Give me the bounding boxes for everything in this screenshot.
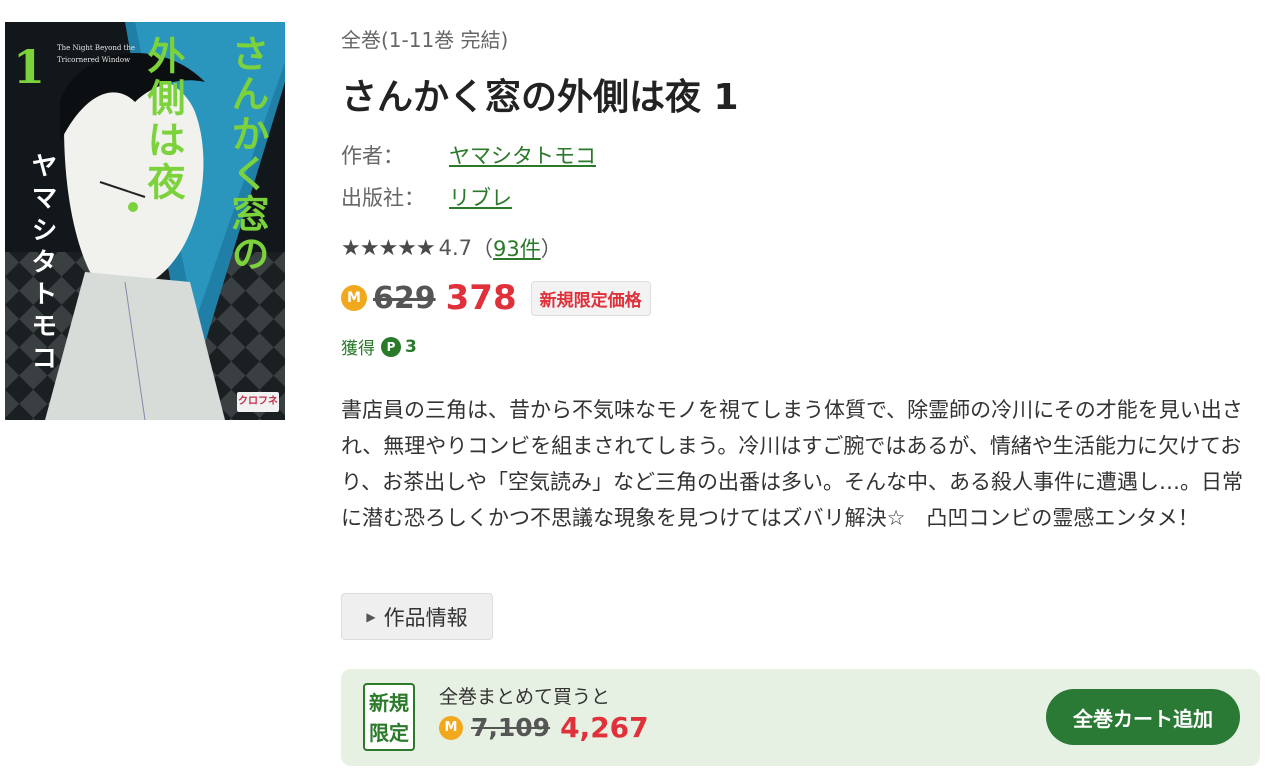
- rating-row: ★★★★★ 4.7 （ 93件 ）: [341, 233, 562, 263]
- bundle-sale-price: 4,267: [560, 711, 649, 744]
- badge-line1: 新規: [369, 691, 409, 715]
- p-coin-icon: P: [381, 336, 401, 357]
- author-row: 作者： ヤマシタトモコ: [341, 140, 596, 170]
- book-cover[interactable]: 1 The Night Beyond the Tricornered Windo…: [5, 22, 285, 420]
- star-rating-icon: ★★★★★: [341, 235, 436, 261]
- review-count-link[interactable]: 93件: [493, 233, 541, 263]
- triangle-right-icon: ▶: [366, 609, 376, 624]
- cover-publisher-label: クロフネ: [237, 392, 279, 412]
- series-info: 全巻(1-11巻 完結): [341, 28, 509, 52]
- bundle-original-price: 7,109: [471, 713, 551, 742]
- add-all-to-cart-button[interactable]: 全巻カート追加: [1046, 689, 1240, 745]
- cover-english-title: The Night Beyond the Tricornered Window: [57, 44, 136, 64]
- publisher-label: 出版社：: [341, 186, 425, 210]
- m-coin-icon: M: [341, 285, 367, 311]
- sale-price: 378: [445, 278, 517, 318]
- bundle-purchase-panel: 新規 限定 全巻まとめて買うと M 7,109 4,267 全巻カート追加: [341, 669, 1260, 766]
- work-info-button[interactable]: ▶ 作品情報: [341, 593, 493, 640]
- points-value: 3: [405, 336, 417, 357]
- rating-open-paren: （: [472, 237, 494, 261]
- book-title: さんかく窓の外側は夜 1: [341, 77, 739, 118]
- new-limited-badge: 新規 限定: [363, 683, 415, 751]
- original-price: 629: [373, 280, 436, 316]
- cover-title-line1: さんかく窓の: [225, 34, 269, 274]
- publisher-link[interactable]: リブレ: [449, 182, 512, 212]
- cover-title-line2: 外側は夜: [141, 36, 185, 204]
- author-label: 作者：: [341, 144, 404, 168]
- rating-close-paren: ）: [540, 237, 562, 261]
- rating-value: 4.7: [438, 236, 473, 260]
- work-info-label: 作品情報: [383, 606, 468, 630]
- points-label: 獲得: [341, 339, 375, 359]
- badge-line2: 限定: [369, 721, 409, 745]
- cover-volume-number: 1: [13, 40, 46, 94]
- book-description: 書店員の三角は、昔から不気味なモノを視てしまう体質で、除霊師の冷川にその才能を見…: [341, 398, 1243, 530]
- points-row: 獲得 P 3: [341, 334, 417, 359]
- bundle-label: 全巻まとめて買うと: [439, 686, 611, 708]
- cover-author: ヤマシタトモコ: [27, 152, 57, 376]
- publisher-row: 出版社： リブレ: [341, 182, 512, 212]
- bundle-price-row: M 7,109 4,267: [439, 711, 649, 744]
- m-coin-icon: M: [439, 715, 463, 740]
- new-customer-price-badge: 新規限定価格: [530, 280, 651, 316]
- author-link[interactable]: ヤマシタトモコ: [449, 140, 596, 170]
- price-row: M 629 378 新規限定価格: [341, 278, 651, 318]
